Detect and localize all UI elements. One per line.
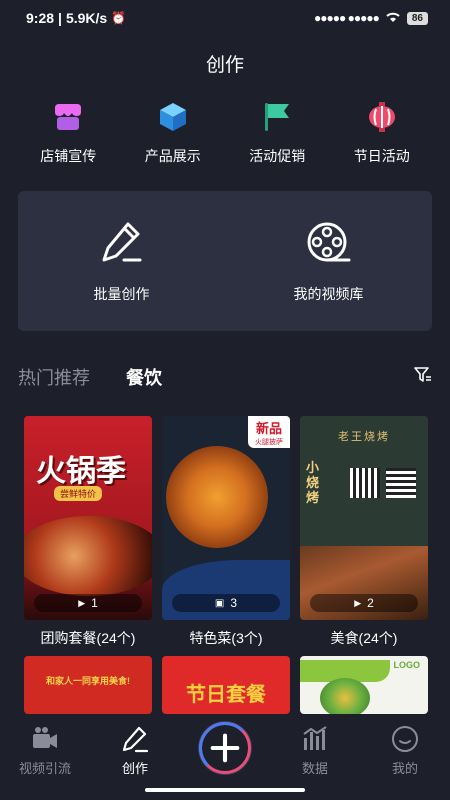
template-label: 美食(24个) xyxy=(330,630,398,646)
chart-icon xyxy=(303,726,327,750)
template-label: 团购套餐(24个) xyxy=(40,630,136,646)
bbq-header: 老王烧烤 xyxy=(338,431,390,443)
quick-action-label: 节日活动 xyxy=(353,148,410,164)
quick-action-label: 店铺宣传 xyxy=(40,148,97,164)
batch-create-button[interactable]: 批量创作 xyxy=(18,191,225,331)
new-badge: 新品 火腿披萨 xyxy=(248,416,290,448)
plus-icon xyxy=(210,733,240,763)
nav-video-traffic[interactable]: 视频引流 xyxy=(10,724,80,777)
template-thumbnail: 节日套餐 xyxy=(162,656,290,714)
status-bar: 9:28 | 5.9K/s ⏰ ●●●●● ●●●●● 86 xyxy=(0,0,450,36)
template-count: ▶ 2 xyxy=(310,594,418,612)
video-library-label: 我的视频库 xyxy=(293,286,364,302)
quick-actions: 店铺宣传 产品展示 活动促销 节日活动 xyxy=(0,100,450,166)
wifi-icon xyxy=(385,11,401,26)
tab-hot[interactable]: 热门推荐 xyxy=(18,364,90,390)
template-thumbnail: 火锅季 尝鲜特价 ▶ 1 xyxy=(24,416,152,620)
template-count: ▣ 3 xyxy=(172,594,280,612)
template-card-group-buy[interactable]: 火锅季 尝鲜特价 ▶ 1 团购套餐(24个) xyxy=(24,416,152,648)
hotpot-subtitle: 尝鲜特价 xyxy=(54,486,103,501)
template-thumbnail: 老王烧烤 小烧烤 ▶ 2 xyxy=(300,416,428,620)
film-reel-icon xyxy=(307,222,350,262)
quick-action-product[interactable]: 产品展示 xyxy=(123,100,223,166)
template-label: 特色菜(3个) xyxy=(189,630,263,646)
batch-create-label: 批量创作 xyxy=(93,286,150,302)
play-icon: ▶ xyxy=(354,597,362,608)
page-title: 创作 xyxy=(205,55,244,76)
quick-action-label: 活动促销 xyxy=(249,148,306,164)
video-camera-icon xyxy=(33,727,57,748)
template-count: ▶ 1 xyxy=(34,594,142,612)
video-library-button[interactable]: 我的视频库 xyxy=(225,191,432,331)
battery-icon: 86 xyxy=(406,11,428,25)
status-speed: 5.9K/s xyxy=(65,10,108,26)
template-card-family[interactable]: 和家人一同享用美食! xyxy=(24,656,152,714)
cube-icon xyxy=(159,103,186,131)
home-indicator xyxy=(145,788,305,792)
template-thumbnail: LOGO xyxy=(300,656,428,714)
profile-icon xyxy=(392,726,418,752)
quick-action-shop[interactable]: 店铺宣传 xyxy=(18,100,118,166)
template-thumbnail: 和家人一同享用美食! xyxy=(24,656,152,714)
shop-icon xyxy=(55,104,82,130)
nav-add[interactable] xyxy=(190,722,260,774)
template-card-special[interactable]: 新品 火腿披萨 ▣ 3 特色菜(3个) xyxy=(162,416,290,648)
pencil-icon xyxy=(102,222,141,262)
image-icon: ▣ xyxy=(214,597,225,609)
template-thumbnail: 新品 火腿披萨 ▣ 3 xyxy=(162,416,290,620)
quick-action-label: 产品展示 xyxy=(144,148,201,164)
category-tabs: 热门推荐 餐饮 xyxy=(18,364,432,390)
filter-icon[interactable] xyxy=(414,366,432,384)
pencil-icon xyxy=(122,726,149,753)
lantern-icon xyxy=(368,102,395,132)
bbq-title: 小烧烤 xyxy=(306,460,320,505)
nav-data[interactable]: 数据 xyxy=(280,724,350,777)
flag-icon xyxy=(265,103,290,131)
play-icon: ▶ xyxy=(78,597,86,608)
template-card-festival[interactable]: 节日套餐 xyxy=(162,656,290,714)
nav-profile[interactable]: 我的 xyxy=(370,724,440,777)
food-image xyxy=(24,516,152,596)
qr-code xyxy=(350,468,380,498)
quick-action-promo[interactable]: 活动促销 xyxy=(227,100,327,166)
hotpot-title: 火锅季 xyxy=(36,454,126,489)
creation-panel: 批量创作 我的视频库 xyxy=(18,191,432,331)
status-time: 9:28 xyxy=(26,10,55,26)
template-card-salad[interactable]: LOGO xyxy=(300,656,428,714)
qr-code xyxy=(386,468,416,498)
tab-food[interactable]: 餐饮 xyxy=(126,364,162,390)
add-button[interactable] xyxy=(199,722,251,774)
quick-action-festival[interactable]: 节日活动 xyxy=(332,100,432,166)
nav-create[interactable]: 创作 xyxy=(100,724,170,777)
food-image xyxy=(320,678,370,714)
template-card-food[interactable]: 老王烧烤 小烧烤 ▶ 2 美食(24个) xyxy=(300,416,428,648)
signal-icon: ●●●●● ●●●●● xyxy=(314,11,380,25)
pizza-image xyxy=(166,446,268,548)
alarm-icon: ⏰ xyxy=(111,11,127,25)
